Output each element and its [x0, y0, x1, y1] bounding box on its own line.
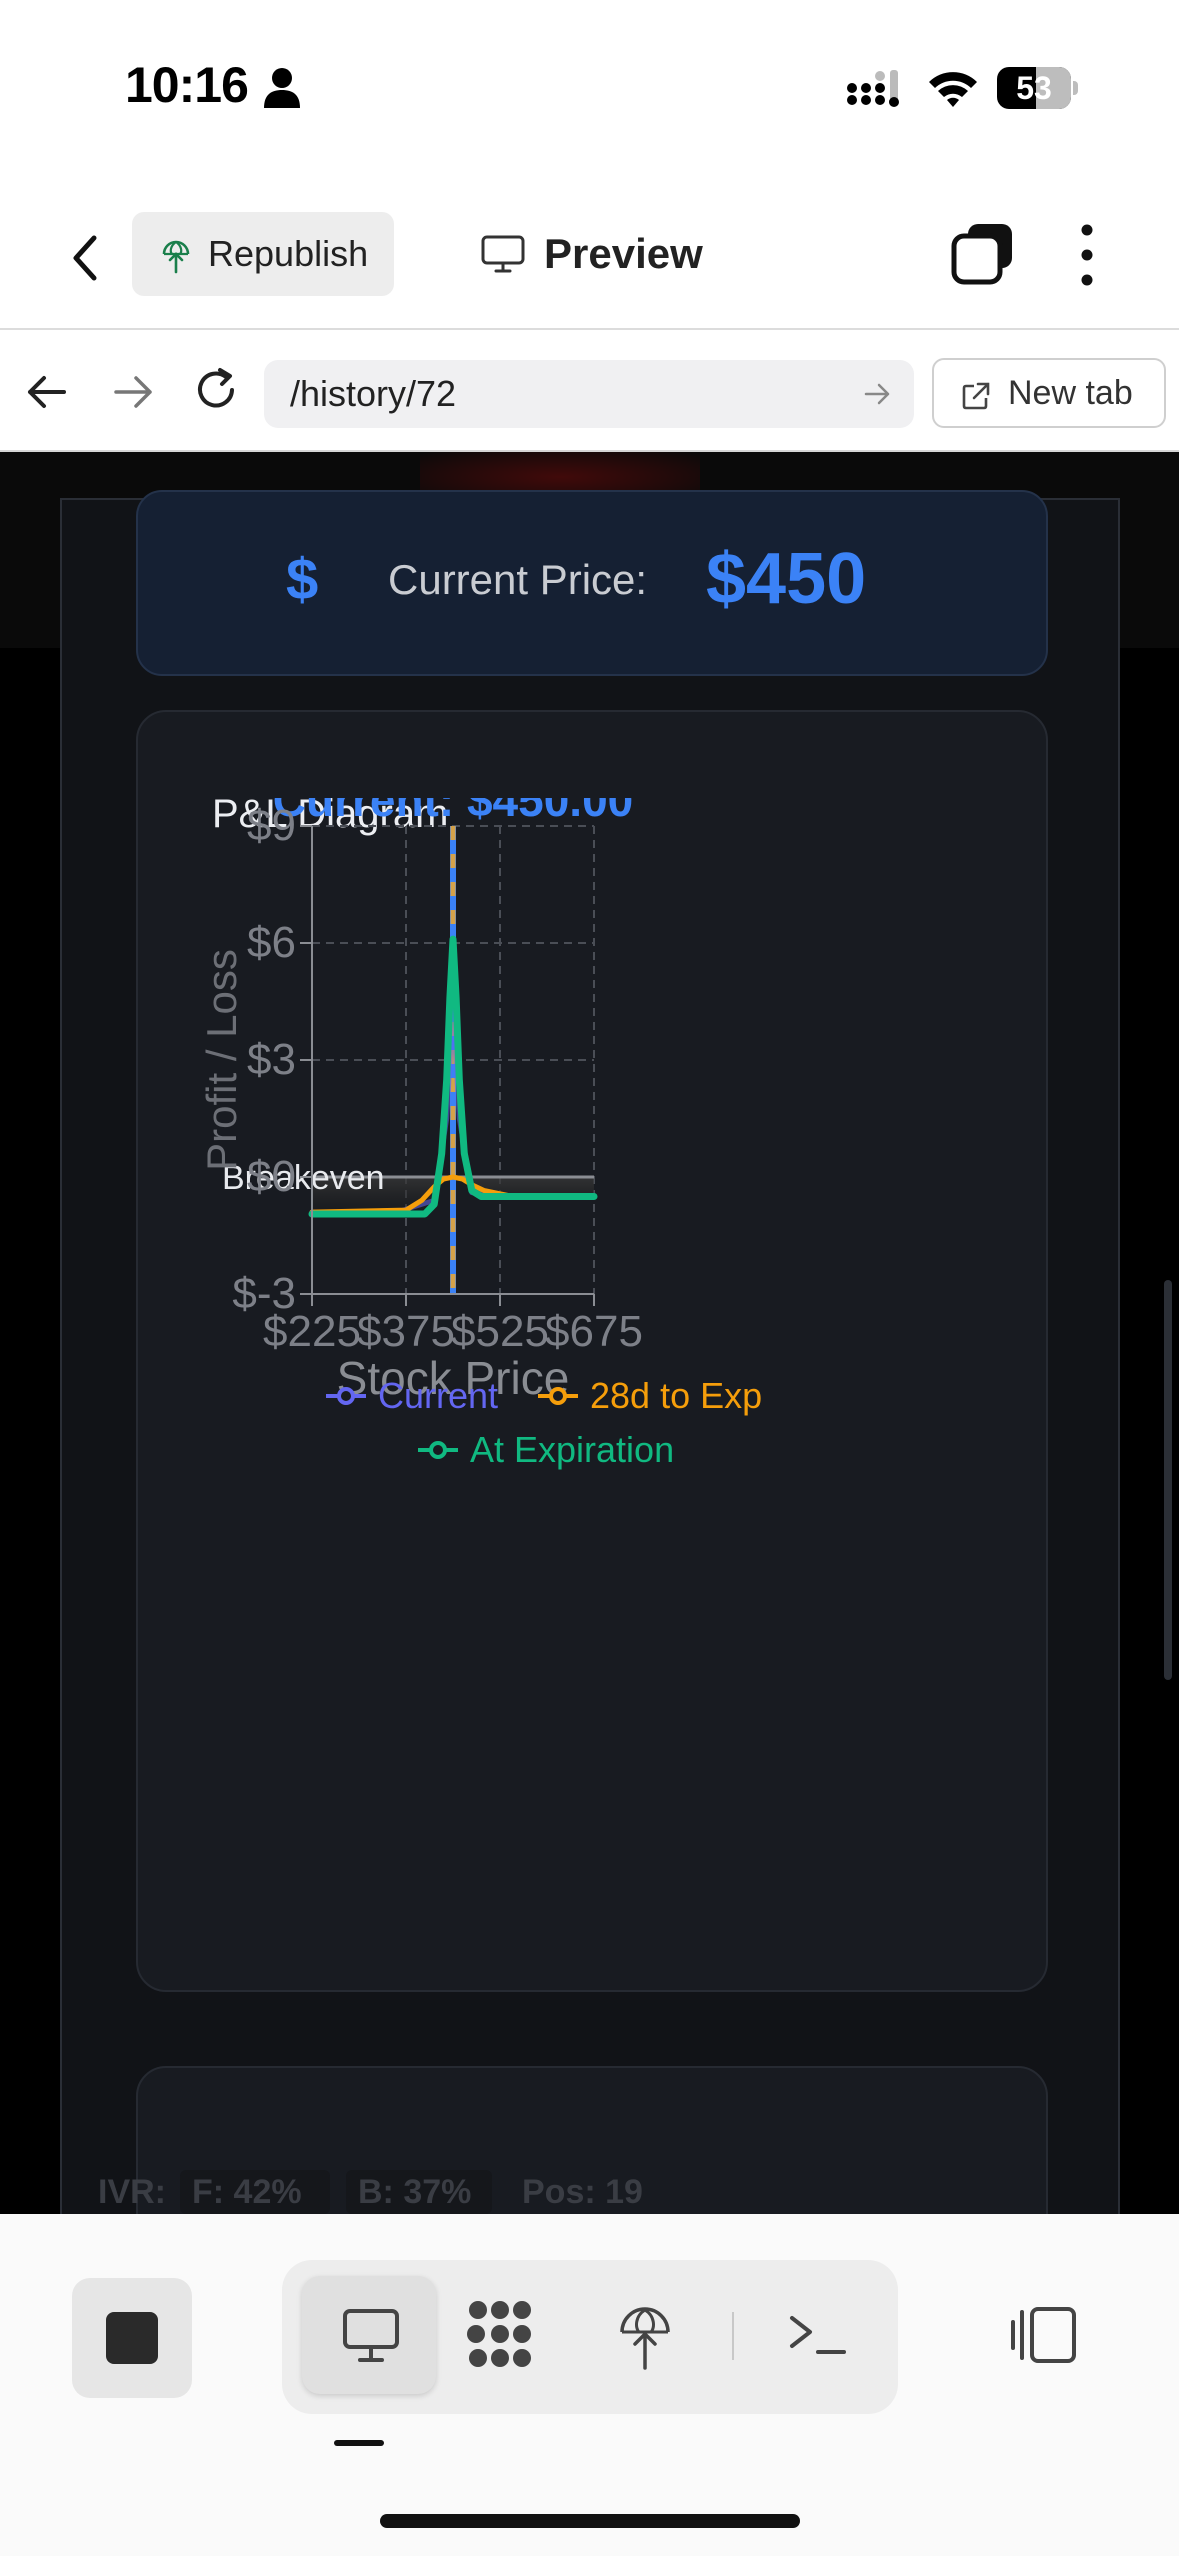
- y-tick-label: $3: [247, 1035, 296, 1084]
- y-tick-label: $6: [247, 918, 296, 967]
- legend-marker: [549, 1387, 567, 1405]
- current-price-card: $ Current Price: $450: [136, 490, 1048, 676]
- reload-icon[interactable]: [190, 364, 242, 416]
- f-value: F: 42%: [192, 2173, 302, 2211]
- current-price-label: Current Price:: [388, 556, 648, 603]
- url-text: /history/72: [290, 373, 457, 414]
- y-tick-label: $9: [247, 801, 296, 850]
- x-tick-label: $675: [545, 1307, 643, 1356]
- dollar-icon: $: [286, 547, 319, 612]
- new-tab-label: New tab: [1008, 374, 1133, 412]
- home-indicator: [380, 2514, 800, 2528]
- b-value: B: 37%: [358, 2173, 472, 2211]
- stop-icon: [106, 2312, 158, 2364]
- go-arrow-icon[interactable]: [862, 380, 892, 408]
- more-options-icon[interactable]: [1070, 222, 1104, 288]
- pl-diagram-card: P&L Diagram Breakeven Current: $450.00 $9…: [136, 710, 1048, 1992]
- url-input[interactable]: /history/72: [264, 360, 914, 428]
- x-tick-label: $375: [357, 1307, 455, 1356]
- status-time: 10:16: [125, 57, 249, 113]
- battery-percentage: 53: [1016, 70, 1052, 106]
- status-bar: 10:16 53: [0, 0, 1179, 175]
- legend-item-at-expiration: At Expiration: [418, 1429, 674, 1470]
- app-frame: $ Current Price: $450 P&L Diagram Breake…: [60, 490, 1172, 2214]
- x-tick-label: $225: [263, 1307, 361, 1356]
- back-chevron-icon[interactable]: [62, 228, 112, 288]
- current-price-value: $450: [706, 539, 867, 619]
- legend-item-28d-to-exp: 28d to Exp: [538, 1375, 762, 1416]
- person-icon: [264, 68, 300, 108]
- preview-button[interactable]: Preview: [476, 212, 736, 296]
- stop-button[interactable]: [72, 2278, 192, 2398]
- legend-marker: [429, 1441, 447, 1459]
- y-tick-label: $0: [247, 1152, 296, 1201]
- battery-icon: 53: [997, 67, 1078, 109]
- app-toolbar: Republish Preview: [0, 200, 1179, 330]
- view-switcher: [282, 2260, 898, 2414]
- pos-value: Pos: 19: [522, 2173, 643, 2211]
- x-tick-label: $525: [451, 1307, 549, 1356]
- legend-label: Current: [378, 1375, 498, 1416]
- monitor-icon: [343, 2309, 399, 2362]
- terminal-icon[interactable]: [788, 2310, 846, 2360]
- y-axis-label: Profit / Loss: [198, 949, 245, 1171]
- republish-button[interactable]: Republish: [132, 212, 394, 296]
- tabs-icon[interactable]: [950, 222, 1016, 286]
- bottom-toolbar: [0, 2214, 1179, 2556]
- desktop-view-button[interactable]: [302, 2276, 436, 2394]
- legend-label: 28d to Exp: [590, 1375, 762, 1416]
- republish-label: Republish: [208, 233, 369, 274]
- new-tab-button[interactable]: New tab: [932, 358, 1166, 428]
- arrow-left-icon[interactable]: [22, 368, 72, 416]
- web-preview: $ Current Price: $450 P&L Diagram Breake…: [0, 452, 1179, 2214]
- stats-footer: IVR: F: 42% B: 37% Pos: 19: [0, 2170, 1179, 2214]
- current-price-annotation: Current: $450.00: [273, 774, 634, 826]
- ivr-label: IVR:: [98, 2173, 166, 2211]
- preview-label: Preview: [544, 230, 703, 277]
- monitor-icon: [481, 235, 525, 273]
- wifi-icon: [929, 72, 977, 107]
- legend-marker: [337, 1387, 355, 1405]
- arrow-right-icon[interactable]: [108, 368, 158, 416]
- globe-upload-icon: [162, 240, 190, 274]
- pl-chart: BreakevenCurrent: $450.00 $9$6$3$0$-3$22…: [198, 774, 762, 1470]
- scrollbar[interactable]: [1164, 1280, 1172, 1680]
- sidebar-toggle-icon[interactable]: [1010, 2306, 1078, 2364]
- apps-grid-icon[interactable]: [464, 2298, 536, 2370]
- globe-upload-icon[interactable]: [616, 2302, 674, 2370]
- legend-label: At Expiration: [470, 1429, 674, 1470]
- external-link-icon: [962, 382, 990, 410]
- browser-url-bar: /history/72 New tab: [0, 332, 1179, 452]
- cellular-signal-icon: [847, 70, 899, 107]
